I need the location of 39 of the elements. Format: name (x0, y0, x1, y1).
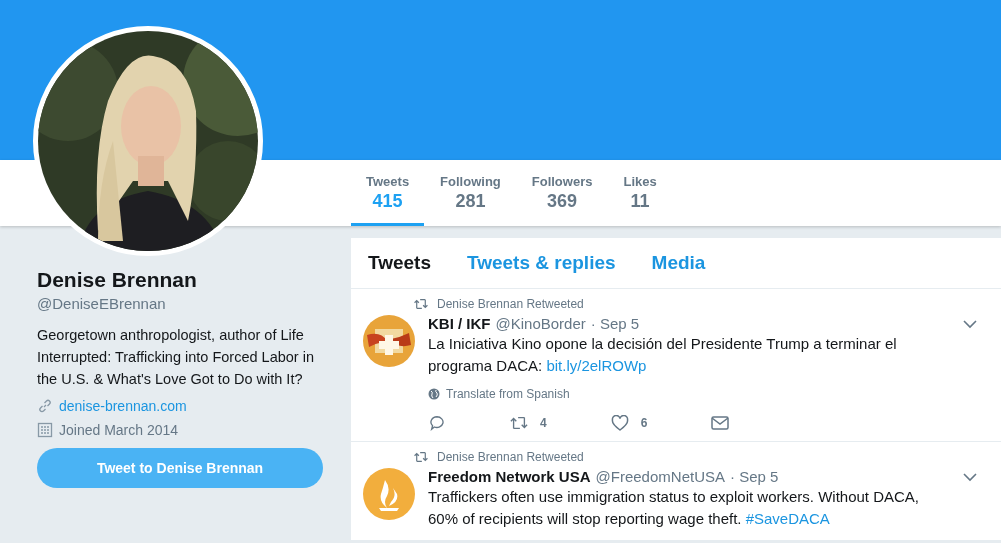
translate-link[interactable]: Translate from Spanish (446, 387, 570, 401)
link-icon (37, 398, 53, 414)
stat-tab[interactable]: Following 281 (425, 160, 516, 226)
timeline-tab[interactable]: Tweets (368, 252, 431, 274)
hands-avatar-icon[interactable] (363, 315, 415, 367)
chevron-icon[interactable] (963, 319, 977, 329)
profile-handle: @DeniseEBrennan (37, 295, 167, 312)
tweet-text: La Iniciativa Kino opone la decisión del Presidente Trump a terminar el programa DACA: bit.ly/2elROWp (428, 334, 898, 376)
author-name[interactable]: KBI / IKF (428, 315, 491, 332)
timeline-tab[interactable]: Media (651, 252, 706, 274)
profile-bio: Georgetown anthropologist, author of Life Interrupted: Trafficking into Forced Labor in the U.S. & What's Love Got to Do with It? (37, 326, 315, 389)
author-handle[interactable]: @FreedomNetUSA (595, 468, 725, 485)
tweet-date[interactable]: · Sep 5 (730, 468, 779, 485)
retweet-icon (413, 298, 429, 310)
retweet-icon[interactable] (510, 415, 528, 431)
stat-tab[interactable]: Tweets 415 (351, 160, 425, 226)
author-handle[interactable]: @KinoBorder (495, 315, 586, 332)
author-name[interactable]: Freedom Network USA (428, 468, 591, 485)
stat-tab[interactable]: Likes 11 (608, 160, 672, 226)
tweet-link[interactable]: #SaveDACA (745, 510, 830, 527)
joined-date: Joined March 2014 (59, 422, 179, 438)
retweet-context: Denise Brennan Retweeted (437, 450, 584, 464)
reply-icon[interactable] (428, 415, 446, 431)
retweet-context: Denise Brennan Retweeted (437, 297, 584, 311)
chevron-icon[interactable] (963, 472, 977, 482)
like-count: 6 (640, 416, 648, 430)
calendar-icon (37, 422, 53, 438)
stat-tab[interactable]: Followers 369 (516, 160, 608, 226)
tweet-date[interactable]: · Sep 5 (590, 315, 640, 332)
retweet-count: 4 (540, 416, 547, 430)
tweet-link[interactable]: bit.ly/2elROWp (546, 357, 647, 374)
website-link[interactable]: denise-brennan.com (59, 398, 187, 414)
retweet-icon (413, 451, 429, 463)
message-icon[interactable] (711, 415, 730, 431)
timeline-tab[interactable]: Tweets & replies (467, 252, 616, 274)
like-icon[interactable] (610, 415, 629, 431)
profile-name: Denise Brennan (37, 268, 198, 292)
tweet-text: Traffickers often use immigration status to exploit workers. Without DACA, 60% of recipients will stop reporting wage theft. #SaveDACA (428, 487, 920, 529)
globe-icon (428, 388, 440, 400)
